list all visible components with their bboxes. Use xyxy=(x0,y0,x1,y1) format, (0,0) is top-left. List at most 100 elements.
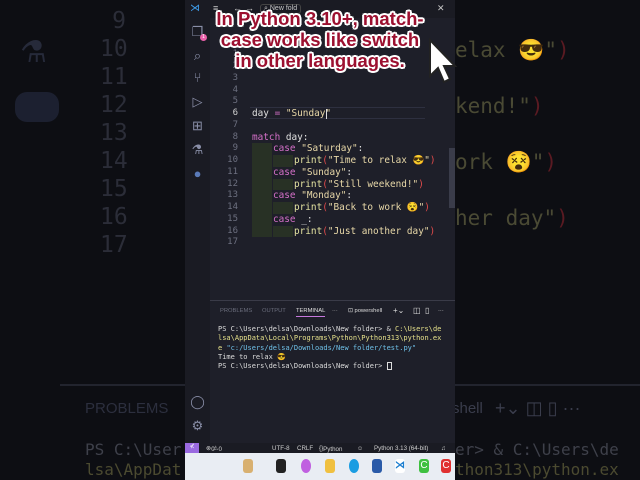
indent-guide xyxy=(252,202,272,214)
more-actions-icon[interactable]: ··· xyxy=(438,308,444,314)
indent-guide xyxy=(252,190,272,202)
code-token: _: xyxy=(295,213,313,225)
code-line: case _: xyxy=(273,214,313,225)
indent-guide xyxy=(273,225,293,238)
python-icon xyxy=(15,92,59,122)
activity-bar: ❐ 1 ⌕ ⑂ ▷ ⊞ ⚗ ● ◯ ⚙ xyxy=(185,18,210,443)
line-number: 3 xyxy=(232,72,238,83)
camtasia-icon[interactable]: C xyxy=(419,459,429,473)
code-line: case "Monday": xyxy=(273,190,352,201)
code-token: case xyxy=(273,213,296,225)
bg-line-number: 13 xyxy=(100,120,128,146)
terminal-line: e "c:/Users/delsa/Downloads/New folder/t… xyxy=(218,344,416,352)
code-token: case xyxy=(273,166,296,178)
more-tabs-button[interactable]: ··· xyxy=(332,308,338,314)
line-number: 14 xyxy=(227,202,238,212)
terminal-line: lsa\AppData\Local\Programs\Python\Python… xyxy=(218,334,441,342)
language-mode[interactable]: {} Python xyxy=(319,445,342,454)
line-number: 12 xyxy=(227,178,238,189)
warning-count: 0 xyxy=(218,446,222,453)
code-token: "Sunday" xyxy=(285,108,332,119)
fragment-text: ork 😵" xyxy=(455,150,545,174)
code-token: = xyxy=(268,108,286,119)
file-explorer-icon[interactable] xyxy=(325,459,335,473)
trash-icon[interactable]: ▯ xyxy=(425,306,429,315)
copilot-app-icon[interactable] xyxy=(301,459,311,473)
indent-guide xyxy=(252,225,272,238)
notifications-icon[interactable]: ♫ xyxy=(441,445,446,452)
task-view-icon[interactable] xyxy=(276,459,286,473)
beaker-icon: ⚗ xyxy=(20,36,47,69)
line-number: 11 xyxy=(227,166,238,177)
python-interpreter[interactable]: Python 3.13 (64-bit) xyxy=(374,445,428,452)
store-icon[interactable] xyxy=(372,459,382,473)
tab-terminal[interactable]: TERMINAL xyxy=(296,308,326,317)
vscode-taskbar-icon[interactable]: ⋊ xyxy=(395,459,405,473)
tab-problems[interactable]: PROBLEMS xyxy=(220,308,252,314)
bg-line-number: 15 xyxy=(100,176,128,202)
fragment-text: her day" xyxy=(455,206,557,230)
source-control-icon[interactable]: ⑂ xyxy=(189,70,206,85)
terminal-line: PS C:\Users\delsa\Downloads\New folder> xyxy=(218,362,392,371)
text-cursor xyxy=(326,108,328,119)
problems-count[interactable]: ⊗ 0 ⚠ 0 xyxy=(206,445,222,454)
bg-problems-tab: PROBLEMS xyxy=(85,400,169,417)
terminal-text: Time to relax 😎 xyxy=(218,352,286,361)
bg-code-fragment: her day") xyxy=(455,206,569,230)
code-token: "Sunday" xyxy=(295,166,347,178)
code-token: ) xyxy=(424,202,430,213)
new-terminal-button[interactable]: +⌄ xyxy=(393,306,404,315)
line-number: 17 xyxy=(227,237,238,248)
terminal-text: lsa\AppData\Local\Programs\Python\Python… xyxy=(218,334,442,343)
split-terminal-icon[interactable]: ◫ xyxy=(413,306,421,315)
extensions-icon[interactable]: ⊞ xyxy=(189,118,206,134)
bg-terminal-line: thon313\python.ex xyxy=(455,460,619,479)
line-ending[interactable]: CRLF xyxy=(297,445,313,452)
line-number: 9 xyxy=(232,143,238,154)
edge-icon[interactable] xyxy=(349,459,359,473)
indent-guide xyxy=(252,155,272,167)
bg-terminal-line: lsa\AppDat xyxy=(85,460,182,479)
language-label: Python xyxy=(323,446,343,453)
app-icon[interactable]: C xyxy=(441,459,451,473)
bg-terminal-line: er> & C:\Users\de xyxy=(455,440,619,459)
terminal-text: PS C:\Users\delsa\Downloads\New folder> … xyxy=(218,325,396,333)
code-token: print xyxy=(294,202,323,213)
bg-code-fragment: kend!") xyxy=(455,94,544,118)
indent-guide xyxy=(273,155,293,167)
bg-line-number: 14 xyxy=(100,148,128,174)
bg-code-fragment: ork 😵") xyxy=(455,150,557,175)
editor-scrollbar[interactable] xyxy=(449,148,455,208)
code-line: match day: xyxy=(252,132,308,143)
vscode-window: ⋊ ≡ ← → ⌕ New fold ✕ ❐ 1 ⌕ ⑂ ▷ ⊞ ⚗ ● ◯ ⚙… xyxy=(185,0,455,480)
terminal-text: "c:/Users/delsa/Downloads/New folder/tes… xyxy=(226,343,417,352)
account-icon[interactable]: ◯ xyxy=(189,394,206,410)
caption-line: in other languages. xyxy=(235,50,405,71)
paren: ) xyxy=(556,206,569,230)
remote-indicator-icon[interactable]: ⊀ xyxy=(185,443,199,453)
bg-terminal-line: PS C:\User xyxy=(85,440,182,459)
line-number: 7 xyxy=(232,119,238,130)
terminal-shell-selector[interactable]: ⊡ powershell xyxy=(348,308,382,314)
fragment-text: elax 😎" xyxy=(455,38,558,62)
bg-line-number: 12 xyxy=(100,92,128,118)
copilot-icon[interactable]: ☺ xyxy=(357,445,363,452)
bottom-panel: PROBLEMS OUTPUT TERMINAL ··· ⊡ powershel… xyxy=(210,300,455,443)
run-debug-icon[interactable]: ▷ xyxy=(189,94,206,110)
testing-icon[interactable]: ⚗ xyxy=(189,142,206,158)
widgets-icon[interactable] xyxy=(243,459,253,473)
python-icon[interactable]: ● xyxy=(189,166,206,181)
status-bar: ⊀ ⊗ 0 ⚠ 0 UTF-8 CRLF {} Python ☺ Python 3.… xyxy=(185,443,455,453)
shell-name: powershell xyxy=(354,308,383,314)
encoding[interactable]: UTF-8 xyxy=(272,445,290,452)
settings-gear-icon[interactable]: ⚙ xyxy=(189,418,206,434)
line-number: 13 xyxy=(227,190,238,201)
code-token: day: xyxy=(280,131,309,143)
paren: ) xyxy=(544,150,558,174)
code-line: print("Back to work 😵") xyxy=(294,202,430,213)
tab-output[interactable]: OUTPUT xyxy=(262,308,286,314)
code-token: print xyxy=(294,155,323,166)
code-line: print("Time to relax 😎") xyxy=(294,155,436,166)
indent-guide xyxy=(252,213,272,226)
code-token: case xyxy=(273,143,296,155)
